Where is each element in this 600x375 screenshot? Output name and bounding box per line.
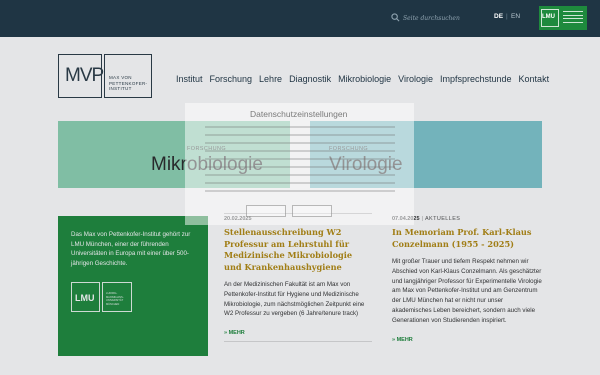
language-de-link[interactable]: DE: [494, 13, 503, 20]
lmu-logo[interactable]: LMU: [539, 6, 587, 30]
language-en-link[interactable]: EN: [511, 13, 520, 20]
lmu-logo-label: LMU: [542, 14, 555, 20]
privacy-accept-button[interactable]: [246, 205, 286, 217]
lmu-logo-lines: [563, 11, 583, 25]
search-icon[interactable]: [391, 13, 400, 22]
privacy-settings-title: Datenschutzeinstellungen: [250, 109, 348, 119]
top-bar: DE | EN LMU: [0, 0, 600, 37]
language-separator: |: [506, 13, 508, 20]
privacy-settings-text: [205, 126, 395, 198]
privacy-save-button[interactable]: [292, 205, 332, 217]
search-input[interactable]: [403, 11, 483, 25]
